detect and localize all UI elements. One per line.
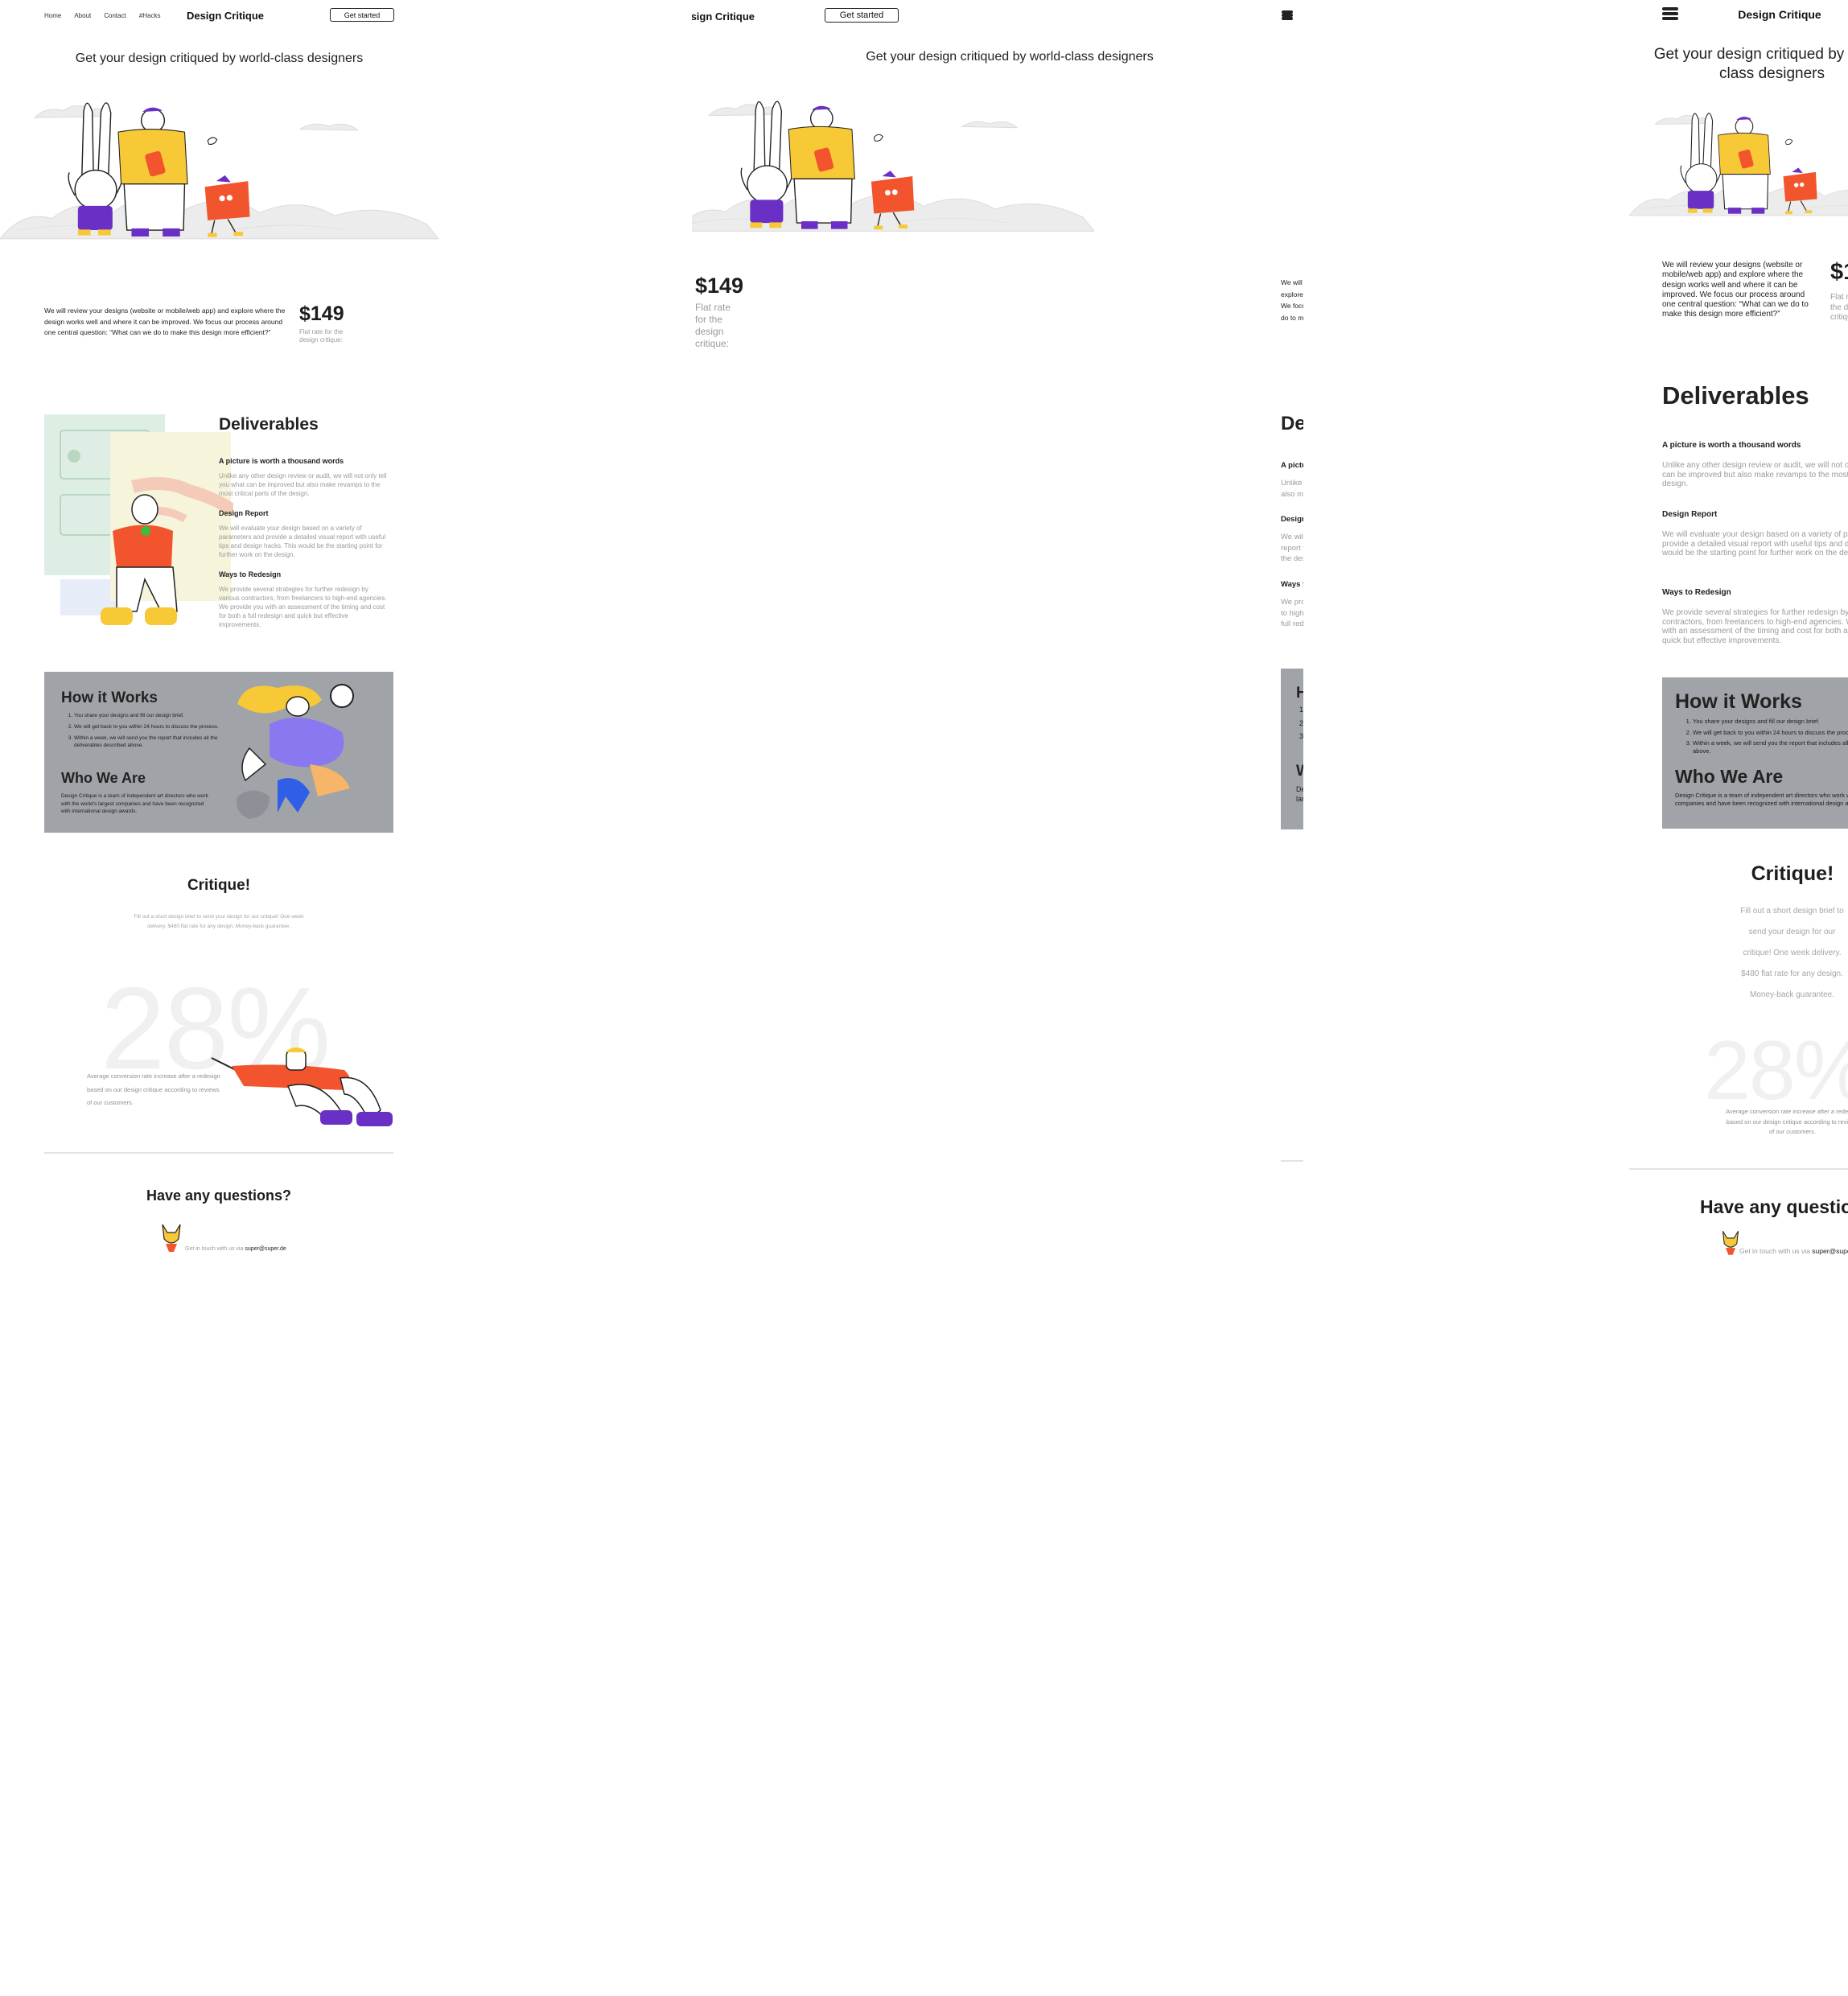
- how-it-works-panel: How it Works You share your designs and …: [1281, 669, 1303, 829]
- how-it-works-title: How it Works: [1675, 690, 1802, 713]
- mascot-icon: [1722, 1230, 1739, 1255]
- deliverable-2-text: We will evaluate your design based on a …: [1281, 533, 1303, 563]
- deliverable-3-title: Ways to Redesign: [1281, 580, 1303, 589]
- stat-caption: Average conversion rate increase after a…: [1726, 1108, 1848, 1135]
- deliverable-2-title: Design Report: [1662, 510, 1718, 519]
- menu-icon[interactable]: [1662, 7, 1678, 20]
- critique-title: Critique!: [1751, 862, 1834, 885]
- deliverables-title: Deliverables: [219, 415, 319, 434]
- get-started-button[interactable]: Get started: [825, 8, 899, 23]
- mascot-icon: [162, 1224, 181, 1252]
- deliverable-3-text: We provide several strategies for furthe…: [219, 586, 387, 628]
- divider: [1629, 1168, 1848, 1170]
- contact-line: Get in touch with us via super@super.de: [1739, 1247, 1848, 1255]
- step-item: You share your designs and fill our desi…: [1693, 718, 1848, 726]
- deliverable-3-title: Ways to Redesign: [219, 570, 282, 578]
- who-we-are-text: Design Critique is a team of independent…: [1675, 792, 1848, 807]
- mobile-layout: Design Critique Get started Get your des…: [1303, 0, 1848, 1996]
- intro-text: We will review your designs (website or …: [44, 307, 286, 336]
- who-we-are-title: Who We Are: [61, 770, 146, 786]
- deliverable-1-text: Unlike any other design review or audit,…: [1662, 461, 1848, 488]
- deliverables-title: Deliverables: [1662, 381, 1809, 409]
- brand-logo[interactable]: Design Critique: [185, 10, 265, 22]
- deliverable-3-title: Ways to Redesign: [1662, 588, 1731, 597]
- price-note: Flat rate for the design critique:: [299, 328, 344, 344]
- price-note: Flat rate for the design critique:: [1830, 293, 1848, 322]
- how-it-works-title: How it Works: [61, 689, 158, 706]
- nav-contact[interactable]: Contact: [104, 12, 126, 19]
- step-item: Within a week, we will send you the repo…: [74, 735, 223, 749]
- who-we-are-title: Who We Are: [1675, 766, 1784, 787]
- price: $149: [695, 274, 744, 298]
- contact-prefix: Get in touch with us via: [185, 1246, 244, 1252]
- who-we-are-text: Design Critique is a team of independent…: [1296, 785, 1303, 803]
- hero-title: Get your design critiqued by world-class…: [866, 50, 1154, 64]
- how-it-works-steps: You share your designs and fill our desi…: [1296, 706, 1303, 751]
- desktop-layout: Home About Contact #Hacks Design Critiqu…: [0, 0, 692, 1996]
- price: $149: [299, 302, 344, 325]
- nav-about[interactable]: About: [74, 12, 91, 19]
- email-link[interactable]: super@super.de: [245, 1246, 286, 1252]
- get-started-button[interactable]: Get started: [330, 8, 394, 22]
- menu-icon[interactable]: [1282, 10, 1293, 20]
- stat-caption: Average conversion rate increase after a…: [87, 1072, 220, 1106]
- critique-text: Fill out a short design brief to send yo…: [134, 914, 304, 929]
- hero-title: Get your design critiqued by world-class…: [1653, 46, 1848, 82]
- who-we-are-text: Design Critique is a team of independent…: [61, 793, 208, 814]
- intro-text: We will review your designs (website or …: [1281, 278, 1303, 322]
- tablet-layout: Design Critique Get started Get your des…: [692, 0, 1303, 1996]
- flying-person-illustration: [237, 684, 354, 819]
- deliverable-2-text: We will evaluate your design based on a …: [219, 525, 386, 558]
- deliverable-1-title: A picture is worth a thousand words: [1662, 441, 1801, 450]
- contact-line: Get in touch with us via super@super.de: [185, 1246, 286, 1252]
- hero-illustration: [692, 101, 1094, 233]
- email-link[interactable]: super@super.de: [1812, 1247, 1848, 1255]
- how-it-works-panel: How it Works You share your designs and …: [1662, 677, 1848, 829]
- step-item: You share your designs and fill our desi…: [74, 712, 223, 719]
- step-item: Within a week, we will send you the repo…: [1693, 739, 1848, 755]
- who-we-are-title: Who We Are: [1296, 763, 1303, 780]
- how-it-works-panel: How it Works You share your designs and …: [44, 672, 393, 833]
- price: $149: [1830, 259, 1848, 285]
- deliverable-3-text: We provide several strategies for furthe…: [1281, 598, 1303, 628]
- divider: [1281, 1160, 1303, 1162]
- questions-title: Have any questions?: [146, 1187, 292, 1204]
- questions-title: Have any questions?: [1699, 1196, 1848, 1217]
- deliverables-illustration: [44, 414, 233, 625]
- contact-prefix: Get in touch with us via: [1739, 1247, 1810, 1255]
- nav-home[interactable]: Home: [44, 12, 61, 19]
- how-it-works-title: How it Works: [1296, 685, 1303, 702]
- deliverable-2-title: Design Report: [219, 509, 269, 517]
- deliverable-1-text: Unlike any other design review or audit,…: [1281, 479, 1303, 499]
- step-item: We will get back to you within 24 hours …: [74, 723, 223, 730]
- brand-logo[interactable]: Design Critique: [692, 10, 780, 23]
- questions-title: Have any questions?: [1281, 1192, 1303, 1210]
- price-note: Flat rate for the design critique:: [695, 302, 731, 349]
- hero-illustration: [0, 102, 438, 240]
- critique-title: Critique!: [1281, 869, 1303, 887]
- deliverable-1-text: Unlike any other design review or audit,…: [219, 472, 387, 497]
- intro-text: We will review your designs (website or …: [1662, 261, 1809, 319]
- hero-illustration: [1629, 113, 1848, 216]
- deliverable-2-title: Design Report: [1281, 515, 1303, 524]
- how-it-works-steps: You share your designs and fill our desi…: [61, 712, 223, 749]
- deliverable-3-text: We provide several strategies for furthe…: [1662, 608, 1848, 645]
- deliverables-title: Deliverables: [1281, 413, 1303, 434]
- brand-logo[interactable]: Design Critique: [1723, 8, 1836, 21]
- stat-value: 28%: [1704, 1024, 1848, 1117]
- nav-hacks[interactable]: #Hacks: [139, 12, 161, 19]
- deliverable-2-text: We will evaluate your design based on a …: [1662, 530, 1848, 558]
- divider: [44, 1152, 393, 1154]
- critique-text: Fill out a short design brief to send yo…: [1740, 907, 1844, 999]
- lying-person-illustration: [211, 1047, 393, 1126]
- top-nav: Home About Contact #Hacks: [44, 12, 161, 19]
- step-item: We will get back to you within 24 hours …: [1693, 729, 1848, 737]
- how-it-works-steps: You share your designs and fill our desi…: [1675, 718, 1848, 755]
- deliverable-1-title: A picture is worth a thousand words: [219, 457, 344, 465]
- deliverable-1-title: A picture is worth a thousand words: [1281, 461, 1303, 470]
- critique-title: Critique!: [187, 877, 251, 894]
